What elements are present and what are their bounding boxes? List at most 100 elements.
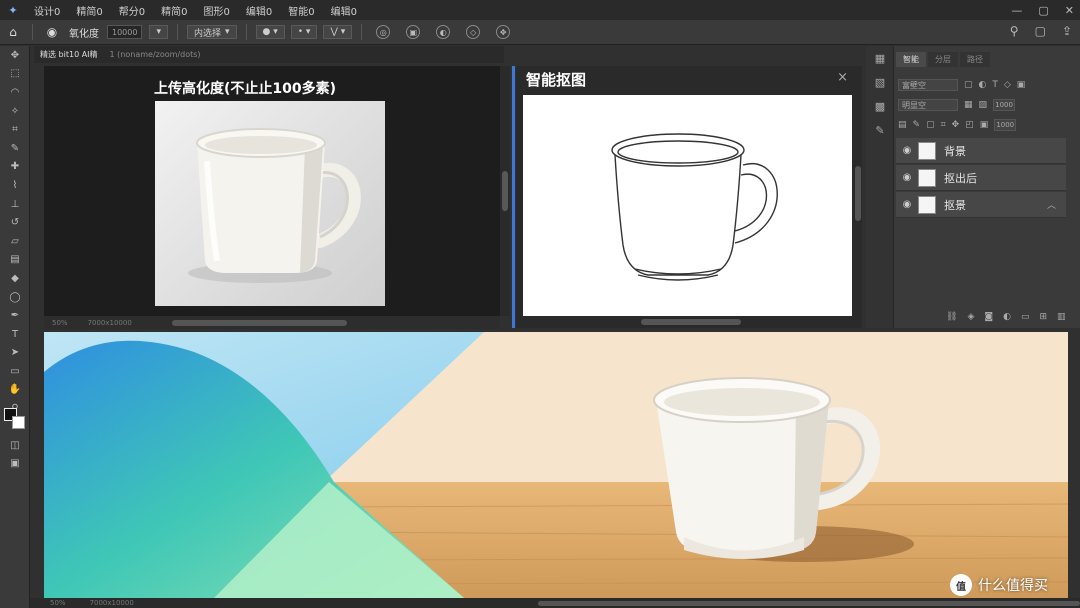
composite-scrollbar[interactable] [537, 600, 1080, 606]
share-icon[interactable]: ⇪ [1062, 24, 1072, 38]
new-layer-icon[interactable]: ⊞ [1039, 312, 1047, 322]
cutout-h-scrollbar[interactable] [641, 319, 741, 325]
quick-mask-icon[interactable]: ◫ [0, 436, 30, 455]
panel-props-icon[interactable]: ▩ [866, 94, 894, 118]
scrollbar-thumb[interactable] [502, 171, 508, 211]
close-pane-icon[interactable]: × [837, 70, 848, 85]
menu-item-3[interactable]: 帮分0 [111, 3, 153, 18]
visibility-eye-icon[interactable]: ◉ [896, 145, 918, 156]
lock-icon-4[interactable]: ⌗ [941, 120, 946, 130]
gradient-tool-icon[interactable]: ▤ [0, 251, 30, 270]
menu-item-2[interactable]: 精简0 [68, 3, 110, 18]
chevron-up-icon[interactable]: ︿ [1047, 198, 1056, 211]
mode-dropdown[interactable]: • ▾ [290, 25, 318, 39]
background-color[interactable] [12, 416, 25, 429]
cutout-sketch-canvas[interactable] [523, 95, 852, 316]
layer-mask-icon[interactable]: ◙ [984, 312, 993, 322]
stamp-tool-icon[interactable]: ⊥ [0, 195, 30, 214]
menu-item-5[interactable]: 图形0 [196, 3, 238, 18]
minimize-icon[interactable]: — [1011, 4, 1022, 17]
menu-item-6[interactable]: 编辑0 [238, 3, 280, 18]
blur-tool-icon[interactable]: ◆ [0, 269, 30, 288]
horizontal-scrollbar[interactable] [171, 319, 347, 326]
opacity-field[interactable]: 1000 [993, 99, 1016, 111]
color-swatches[interactable] [4, 408, 26, 430]
upload-pane-scrollbar[interactable] [500, 66, 510, 316]
filter-type-icon[interactable]: T [992, 80, 998, 90]
option-dropdown-small[interactable]: ▾ [149, 25, 168, 39]
panel-adjust-icon[interactable]: ▧ [866, 70, 894, 94]
selection-dropdown[interactable]: 内选择 ▾ [186, 25, 237, 39]
filter-image-icon[interactable]: ▢ [964, 80, 973, 90]
menu-item-4[interactable]: 精简0 [153, 3, 195, 18]
lock-icon-2[interactable]: ✎ [913, 120, 921, 130]
option-circle-icon-5[interactable]: ✥ [496, 25, 511, 39]
delete-layer-icon[interactable]: ▥ [1057, 312, 1066, 322]
composite-canvas[interactable] [44, 332, 1068, 598]
dodge-tool-icon[interactable]: ◯ [0, 288, 30, 307]
blend-mode-select[interactable]: 明显空 [898, 99, 958, 111]
marquee-tool-icon[interactable]: ⬚ [0, 65, 30, 84]
blend-icon-1[interactable]: ▦ [964, 100, 973, 110]
filter-smart-icon[interactable]: ▣ [1017, 80, 1026, 90]
group-icon[interactable]: ▭ [1021, 312, 1030, 322]
eye-tool-icon[interactable]: ◉ [39, 25, 65, 39]
brush-tool-icon[interactable]: ⌇ [0, 176, 30, 195]
fill-field[interactable]: 1000 [994, 119, 1017, 131]
layer-fx-icon[interactable]: ◈ [967, 312, 974, 322]
visibility-eye-icon[interactable]: ◉ [896, 172, 918, 183]
brush-dropdown[interactable]: ● ▾ [255, 25, 285, 39]
hand-tool-icon[interactable]: ✋ [0, 381, 30, 400]
lock-icon-6[interactable]: ◰ [965, 120, 974, 130]
type-tool-icon[interactable]: T [0, 325, 30, 344]
option-value-field[interactable]: 10000 [107, 25, 143, 39]
shape-tool-icon[interactable]: ▭ [0, 362, 30, 381]
document-tab[interactable]: 精选 bit10 AI精 1 (noname/zoom/dots) [34, 46, 504, 63]
tab-layers[interactable]: 分层 [928, 52, 958, 67]
lock-icon-7[interactable]: ▣ [980, 120, 989, 130]
move-tool-icon[interactable]: ✥ [0, 46, 30, 65]
blend-icon-2[interactable]: ▨ [979, 100, 988, 110]
pen-tool-icon[interactable]: ✒ [0, 306, 30, 325]
close-window-icon[interactable]: ✕ [1065, 4, 1074, 17]
menu-item-8[interactable]: 编辑0 [323, 3, 365, 18]
visibility-eye-icon[interactable]: ◉ [896, 199, 918, 210]
eraser-tool-icon[interactable]: ▱ [0, 232, 30, 251]
crop-tool-icon[interactable]: ⌗ [0, 120, 30, 139]
menu-item-7[interactable]: 智能0 [280, 3, 322, 18]
adjust-layer-icon[interactable]: ◐ [1003, 312, 1011, 322]
style-dropdown[interactable]: ⋁ ▾ [323, 25, 353, 39]
eyedropper-icon[interactable]: ✎ [0, 139, 30, 158]
layer-row-cutout[interactable]: ◉ 抠出后 [896, 165, 1066, 191]
filter-select[interactable]: 富壁空 [898, 79, 958, 91]
option-circle-icon-1[interactable]: ◎ [376, 25, 391, 39]
tab-paths[interactable]: 路径 [960, 52, 990, 67]
menu-item-1[interactable]: 设计0 [26, 3, 68, 18]
maximize-icon[interactable]: ▢ [1038, 4, 1048, 17]
lock-icon-3[interactable]: ▢ [926, 120, 935, 130]
tab-smart[interactable]: 智能 [896, 52, 926, 67]
lasso-tool-icon[interactable]: ◠ [0, 83, 30, 102]
layer-row-background[interactable]: ◉ 背景 [896, 138, 1066, 164]
active-pane-divider[interactable] [512, 66, 515, 328]
search-icon[interactable]: ⚲ [1010, 24, 1019, 38]
filter-adjust-icon[interactable]: ◐ [979, 80, 987, 90]
lock-icon-5[interactable]: ✥ [952, 120, 960, 130]
magic-wand-icon[interactable]: ✧ [0, 102, 30, 121]
option-circle-icon-2[interactable]: ▣ [406, 25, 421, 39]
screen-mode-icon[interactable]: ▣ [0, 454, 30, 473]
workspace-icon[interactable]: ▢ [1035, 24, 1046, 38]
path-select-icon[interactable]: ➤ [0, 344, 30, 363]
healing-tool-icon[interactable]: ✚ [0, 158, 30, 177]
layer-row-scene[interactable]: ◉ 抠景 ︿ [896, 192, 1066, 218]
panel-tools-icon[interactable]: ✎ [866, 118, 894, 142]
option-circle-icon-3[interactable]: ◐ [436, 25, 451, 39]
filter-shape-icon[interactable]: ◇ [1004, 80, 1011, 90]
home-icon[interactable]: ⌂ [0, 25, 26, 39]
cutout-v-scrollbar[interactable] [855, 166, 861, 221]
panel-history-icon[interactable]: ▦ [866, 46, 894, 70]
link-layers-icon[interactable]: ⛓ [946, 312, 957, 322]
option-circle-icon-4[interactable]: ◇ [466, 25, 481, 39]
history-brush-icon[interactable]: ↺ [0, 213, 30, 232]
uploaded-cup-photo[interactable] [155, 101, 385, 306]
